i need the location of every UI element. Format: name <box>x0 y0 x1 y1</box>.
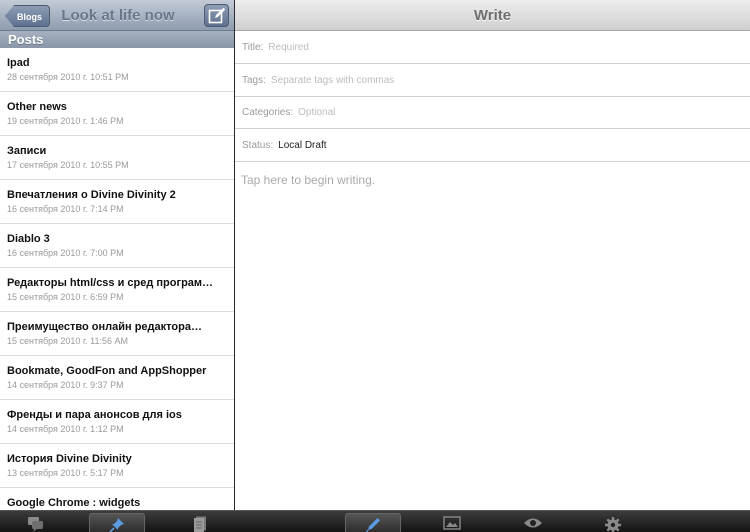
title-field-row[interactable]: Title: Required <box>235 32 750 64</box>
write-pane: Write Title: Required Tags: Separate tags … <box>235 0 750 532</box>
post-list-item[interactable]: Впечатления о Divine Divinity 2 16 сентя… <box>0 180 234 224</box>
post-title: Преимущество онлайн редактора… <box>7 321 202 333</box>
post-date: 14 сентября 2010 г. 1:12 PM <box>7 424 124 434</box>
status-field-row[interactable]: Status: Local Draft <box>235 130 750 162</box>
post-date: 16 сентября 2010 г. 7:14 PM <box>7 204 124 214</box>
post-title: Ipad <box>7 57 30 69</box>
post-list-item[interactable]: Other news 19 сентября 2010 г. 1:46 PM <box>0 92 234 136</box>
post-date: 15 сентября 2010 г. 11:56 AM <box>7 336 128 346</box>
comments-icon <box>28 517 43 532</box>
comments-tab[interactable] <box>14 513 58 532</box>
post-title: Записи <box>7 145 47 157</box>
post-date: 14 сентября 2010 г. 9:37 PM <box>7 380 124 390</box>
compose-button[interactable] <box>204 4 229 27</box>
title-input[interactable]: Required <box>268 42 309 53</box>
blog-title: Look at life now <box>61 7 175 24</box>
post-list-item[interactable]: Google Chrome : widgets <box>0 488 234 510</box>
posts-pane: Blogs Look at life now Posts Ipad 28 сен… <box>0 0 234 532</box>
media-tab[interactable] <box>430 513 474 532</box>
compose-icon <box>208 7 226 24</box>
preview-eye-icon <box>524 518 542 528</box>
post-body-editor[interactable]: Tap here to begin writing. <box>235 163 750 510</box>
post-list-item[interactable]: Ipad 28 сентября 2010 г. 10:51 PM <box>0 48 234 92</box>
status-value[interactable]: Local Draft <box>278 140 326 151</box>
post-title: Френды и пара анонсов для ios <box>7 409 182 421</box>
title-label: Title: <box>242 42 264 53</box>
body-placeholder: Tap here to begin writing. <box>241 173 376 187</box>
write-tab[interactable] <box>345 513 401 532</box>
post-title: Other news <box>7 101 67 113</box>
post-list-item[interactable]: История Divine Divinity 13 сентября 2010… <box>0 444 234 488</box>
photo-icon <box>443 516 461 530</box>
write-title: Write <box>473 7 512 24</box>
categories-field-row[interactable]: Categories: Optional <box>235 97 750 129</box>
post-title: Bookmate, GoodFon and AppShopper <box>7 365 207 377</box>
categories-label: Categories: <box>242 107 294 118</box>
post-title: Редакторы html/css и сред програм… <box>7 277 214 289</box>
blogs-back-button[interactable]: Blogs <box>5 5 51 27</box>
post-date: 13 сентября 2010 г. 5:17 PM <box>7 468 124 478</box>
post-list-item[interactable]: Diablo 3 16 сентября 2010 г. 7:00 PM <box>0 224 234 268</box>
post-list-item[interactable]: Записи 17 сентября 2010 г. 10:55 PM <box>0 136 234 180</box>
post-date: 15 сентября 2010 г. 6:59 PM <box>7 292 124 302</box>
post-list-item[interactable]: Френды и пара анонсов для ios 14 сентябр… <box>0 400 234 444</box>
tags-input[interactable]: Separate tags with commas <box>271 75 394 86</box>
bottom-toolbar <box>0 510 750 532</box>
post-title: Google Chrome : widgets <box>7 497 141 509</box>
pages-icon <box>194 516 206 532</box>
post-list-item[interactable]: Преимущество онлайн редактора… 15 сентяб… <box>0 312 234 356</box>
pencil-icon <box>365 518 380 532</box>
tags-label: Tags: <box>242 75 266 86</box>
post-date: 17 сентября 2010 г. 10:55 PM <box>7 160 129 170</box>
settings-tab[interactable] <box>591 513 635 532</box>
posts-navigation-bar: Blogs Look at life now <box>0 0 234 31</box>
status-label: Status: <box>242 140 274 151</box>
post-list: Ipad 28 сентября 2010 г. 10:51 PM Other … <box>0 48 234 510</box>
preview-tab[interactable] <box>511 513 555 532</box>
categories-input[interactable]: Optional <box>298 107 335 118</box>
pages-tab[interactable] <box>178 513 222 532</box>
post-date: 16 сентября 2010 г. 7:00 PM <box>7 248 124 258</box>
post-date: 28 сентября 2010 г. 10:51 PM <box>7 72 129 82</box>
posts-section-header: Posts <box>0 31 234 48</box>
settings-gear-icon <box>605 517 621 532</box>
post-list-item[interactable]: Редакторы html/css и сред програм… 15 се… <box>0 268 234 312</box>
post-list-item[interactable]: Bookmate, GoodFon and AppShopper 14 сент… <box>0 356 234 400</box>
tags-field-row[interactable]: Tags: Separate tags with commas <box>235 65 750 97</box>
post-title: Diablo 3 <box>7 233 50 245</box>
post-title: История Divine Divinity <box>7 453 132 465</box>
post-date: 19 сентября 2010 г. 1:46 PM <box>7 116 124 126</box>
post-title: Впечатления о Divine Divinity 2 <box>7 189 176 201</box>
posts-tab[interactable] <box>89 513 145 532</box>
write-navigation-bar: Write <box>235 0 750 31</box>
pin-icon <box>109 518 124 532</box>
